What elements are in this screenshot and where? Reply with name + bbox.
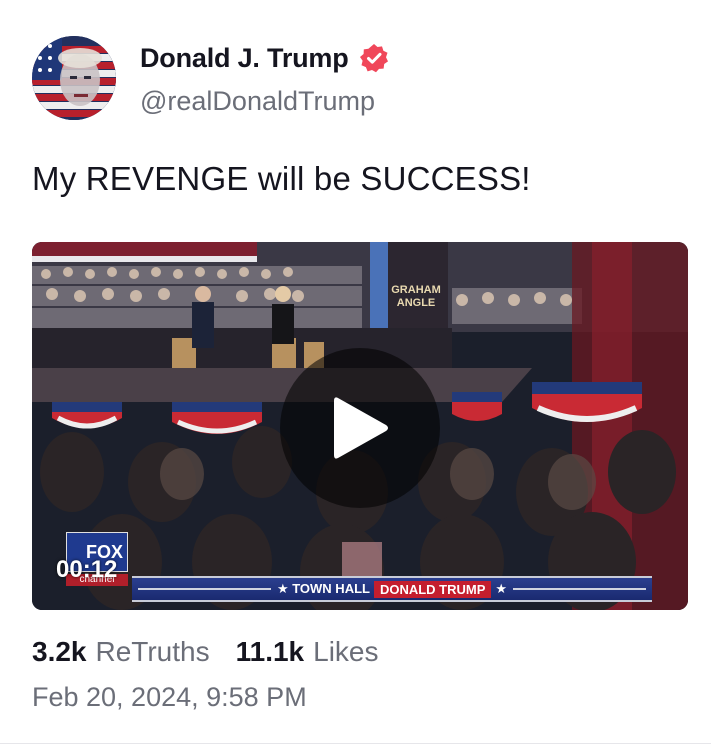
- author-handle[interactable]: @realDonaldTrump: [140, 86, 375, 117]
- likes-label[interactable]: Likes: [313, 636, 378, 668]
- likes-count[interactable]: 11.1k: [236, 636, 305, 668]
- post-text: My REVENGE will be SUCCESS!: [32, 160, 531, 197]
- banner-suffix: ★: [495, 581, 508, 596]
- post-stats: 3.2k ReTruths 11.1k Likes: [32, 636, 379, 668]
- post-date[interactable]: Feb 20, 2024, 9:58 PM: [32, 682, 307, 713]
- retruths-count[interactable]: 3.2k: [32, 636, 87, 668]
- play-button[interactable]: [280, 348, 440, 508]
- post-card: Donald J. Trump @realDonaldTrump My REVE…: [0, 0, 711, 750]
- video-duration: 00:12: [56, 556, 118, 583]
- set-sign-line2: ANGLE: [396, 297, 436, 309]
- author-display-name[interactable]: Donald J. Trump: [140, 43, 349, 74]
- banner-divider: [138, 588, 271, 590]
- lower-third-banner: ★ TOWN HALL DONALD TRUMP ★: [132, 576, 652, 602]
- play-icon: [334, 397, 388, 459]
- avatar[interactable]: [32, 36, 116, 120]
- divider: [0, 743, 711, 744]
- banner-divider: [513, 588, 647, 590]
- set-sign: GRAHAM ANGLE: [382, 284, 450, 314]
- set-sign-line1: GRAHAM: [391, 284, 441, 296]
- banner-tag: DONALD TRUMP: [373, 580, 492, 598]
- author-name-row: Donald J. Trump: [140, 40, 389, 76]
- verified-badge-icon: [359, 44, 388, 73]
- video-player[interactable]: GRAHAM ANGLE FOX channel ★ TOWN HALL DON…: [32, 242, 688, 610]
- retruths-label[interactable]: ReTruths: [96, 636, 210, 668]
- banner-prefix: ★ TOWN HALL: [276, 581, 370, 596]
